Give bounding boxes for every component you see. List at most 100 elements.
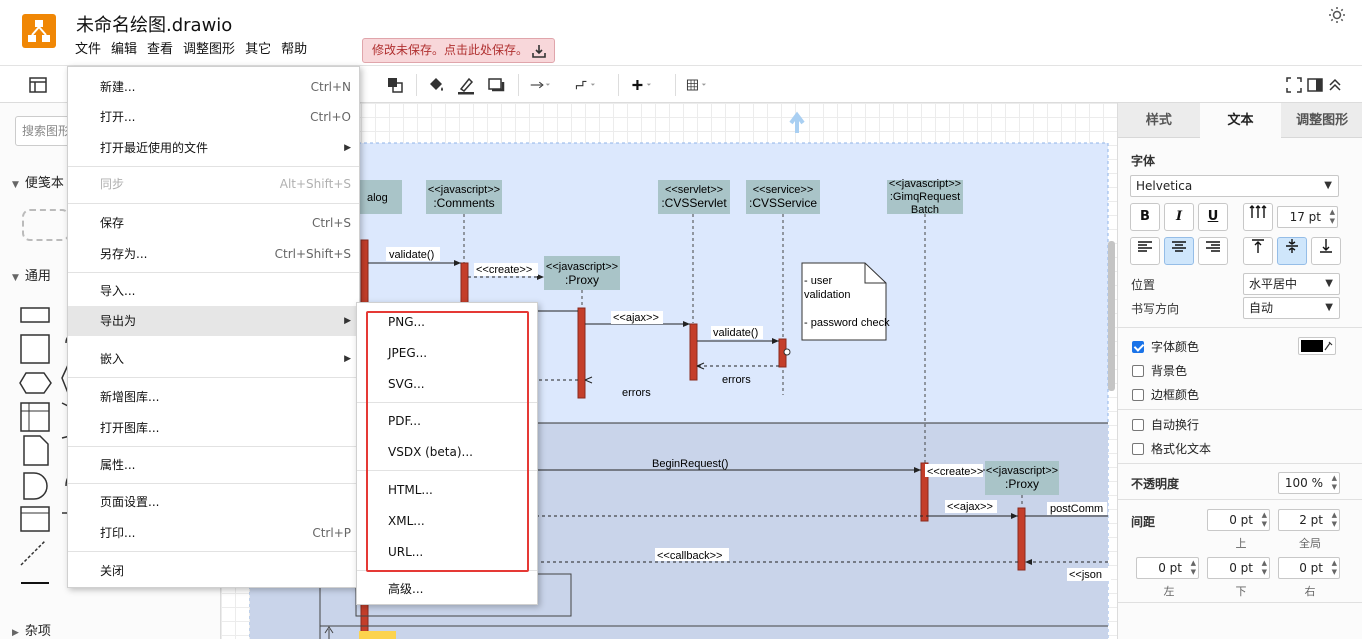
menu-page-setup[interactable]: 页面设置... [68, 487, 359, 517]
menu-properties[interactable]: 属性... [68, 450, 359, 480]
shape-search-input[interactable]: 搜索图形 [15, 116, 75, 146]
tab-arrange[interactable]: 调整图形 [1281, 103, 1362, 138]
line-color-icon[interactable] [456, 75, 476, 95]
insert-plus-icon[interactable] [631, 75, 651, 95]
spacing-top-field[interactable]: 0 pt ▲ ▼ [1207, 509, 1270, 531]
menu-save[interactable]: 保存 Ctrl+S [68, 208, 359, 238]
to-back-icon[interactable] [385, 75, 405, 95]
export-png[interactable]: PNG... [357, 307, 537, 337]
format-panel: 样式 文本 调整图形 字体 Helvetica ▼ B I U 17 pt ▲ ▼ 位… [1117, 103, 1362, 639]
border-color-checkbox[interactable]: 边框颜色 [1132, 386, 1199, 403]
font-family-select[interactable]: Helvetica ▼ [1130, 175, 1339, 197]
opacity-field[interactable]: 100 % ▲ ▼ [1278, 472, 1340, 494]
menu-edit[interactable]: 编辑 [110, 41, 144, 59]
align-center-button[interactable] [1164, 237, 1194, 265]
spinner-icon[interactable]: ▲ ▼ [1262, 559, 1267, 577]
font-color-swatch[interactable] [1298, 337, 1336, 355]
font-color-checkbox[interactable]: 字体颜色 [1132, 338, 1199, 355]
spacing-bottom-caption: 下 [1235, 585, 1247, 598]
tab-style[interactable]: 样式 [1118, 103, 1200, 138]
spacing-bottom-field[interactable]: 0 pt ▲ ▼ [1207, 557, 1270, 579]
lifeline-4-name: :CVSService [749, 196, 817, 210]
align-left-button[interactable] [1130, 237, 1160, 265]
lifeline-0-name: alog [367, 192, 388, 204]
menu-new-library[interactable]: 新增图库... [68, 382, 359, 412]
spacing-top-caption: 上 [1235, 537, 1247, 550]
spinner-icon[interactable]: ▲ ▼ [1191, 559, 1196, 577]
align-middle-button[interactable] [1277, 237, 1307, 265]
background-color-checkbox[interactable]: 背景色 [1132, 362, 1187, 379]
export-jpeg[interactable]: JPEG... [357, 338, 537, 368]
export-html[interactable]: HTML... [357, 475, 537, 505]
general-section[interactable]: ▼ 通用 [12, 265, 51, 284]
spinner-icon[interactable]: ▲ ▼ [1330, 208, 1335, 226]
vertical-text-button[interactable] [1243, 203, 1273, 231]
word-wrap-checkbox[interactable]: 自动换行 [1132, 416, 1199, 433]
waypoint-icon[interactable] [575, 75, 595, 95]
position-label: 位置 [1131, 278, 1156, 292]
unsaved-changes-button[interactable]: 修改未保存。点击此处保存。 [362, 38, 555, 63]
spinner-icon[interactable]: ▲ ▼ [1332, 559, 1337, 577]
bold-button[interactable]: B [1130, 203, 1160, 231]
align-bottom-icon [1320, 239, 1332, 253]
align-right-button[interactable] [1198, 237, 1228, 265]
theme-toggle-icon[interactable] [1328, 6, 1346, 24]
spinner-icon[interactable]: ▲ ▼ [1332, 511, 1337, 529]
view-layout-icon[interactable] [28, 75, 48, 95]
spinner-icon[interactable]: ▲ ▼ [1262, 511, 1267, 529]
menu-extras[interactable]: 其它 [244, 41, 278, 59]
lifeline-1-name: :Comments [433, 196, 494, 210]
menu-open-recent[interactable]: 打开最近使用的文件 ▶ [68, 133, 359, 163]
lifeline-4-stereotype: <<service>> [753, 184, 814, 196]
spacing-global-field[interactable]: 2 pt ▲ ▼ [1278, 509, 1340, 531]
canvas-scrollbar[interactable] [1108, 241, 1115, 391]
export-vsdx[interactable]: VSDX (beta)... [357, 437, 537, 467]
menu-help[interactable]: 帮助 [280, 41, 314, 59]
scratchpad-section[interactable]: ▼ 便笺本 [12, 172, 64, 191]
export-url[interactable]: URL... [357, 537, 537, 567]
spacing-left-field[interactable]: 0 pt ▲ ▼ [1136, 557, 1199, 579]
font-size-field[interactable]: 17 pt ▲ ▼ [1277, 206, 1338, 228]
align-bottom-button[interactable] [1311, 237, 1341, 265]
lifeline-5-stereotype: <<javascript>> [889, 178, 961, 190]
connection-arrow-icon[interactable] [530, 75, 550, 95]
underline-button[interactable]: U [1198, 203, 1228, 231]
collapse-icon[interactable] [1325, 75, 1345, 95]
menu-file[interactable]: 文件 [74, 41, 108, 59]
formatted-text-checkbox[interactable]: 格式化文本 [1132, 440, 1211, 457]
fullscreen-icon[interactable] [1284, 75, 1304, 95]
writing-direction-select[interactable]: 自动 ▼ [1243, 297, 1340, 319]
format-panel-toggle-icon[interactable] [1305, 75, 1325, 95]
menu-new[interactable]: 新建... Ctrl+N [68, 72, 359, 102]
menu-view[interactable]: 查看 [146, 41, 180, 59]
menu-arrange[interactable]: 调整图形 [182, 41, 242, 59]
menu-embed[interactable]: 嵌入 ▶ [68, 344, 359, 374]
align-top-button[interactable] [1243, 237, 1273, 265]
shadow-icon[interactable] [486, 75, 506, 95]
menu-import[interactable]: 导入... [68, 276, 359, 306]
document-title[interactable]: 未命名绘图.drawio [76, 11, 232, 37]
scratchpad-drop-area[interactable] [22, 209, 70, 241]
table-icon[interactable] [686, 75, 706, 95]
menu-print[interactable]: 打印... Ctrl+P [68, 518, 359, 548]
spinner-icon[interactable]: ▲ ▼ [1332, 474, 1337, 492]
writing-direction-label: 书写方向 [1131, 302, 1180, 316]
msg-callback: <<callback>> [657, 550, 722, 562]
export-advanced[interactable]: 高级... [357, 574, 537, 604]
spacing-right-field[interactable]: 0 pt ▲ ▼ [1278, 557, 1340, 579]
fill-color-icon[interactable] [426, 75, 446, 95]
menu-export-as[interactable]: 导出为 ▶ [68, 306, 359, 336]
export-xml[interactable]: XML... [357, 506, 537, 536]
export-svg[interactable]: SVG... [357, 369, 537, 399]
menu-open[interactable]: 打开... Ctrl+O [68, 102, 359, 132]
msg-create-2: <<create>> [927, 466, 983, 478]
italic-button[interactable]: I [1164, 203, 1194, 231]
align-left-icon [1138, 241, 1152, 252]
menu-save-as[interactable]: 另存为... Ctrl+Shift+S [68, 239, 359, 269]
tab-text[interactable]: 文本 [1199, 103, 1282, 138]
position-select[interactable]: 水平居中 ▼ [1243, 273, 1340, 295]
misc-section[interactable]: ▶ 杂项 [12, 620, 51, 639]
menu-close[interactable]: 关闭 [68, 556, 359, 586]
export-pdf[interactable]: PDF... [357, 406, 537, 436]
menu-open-library[interactable]: 打开图库... [68, 413, 359, 443]
